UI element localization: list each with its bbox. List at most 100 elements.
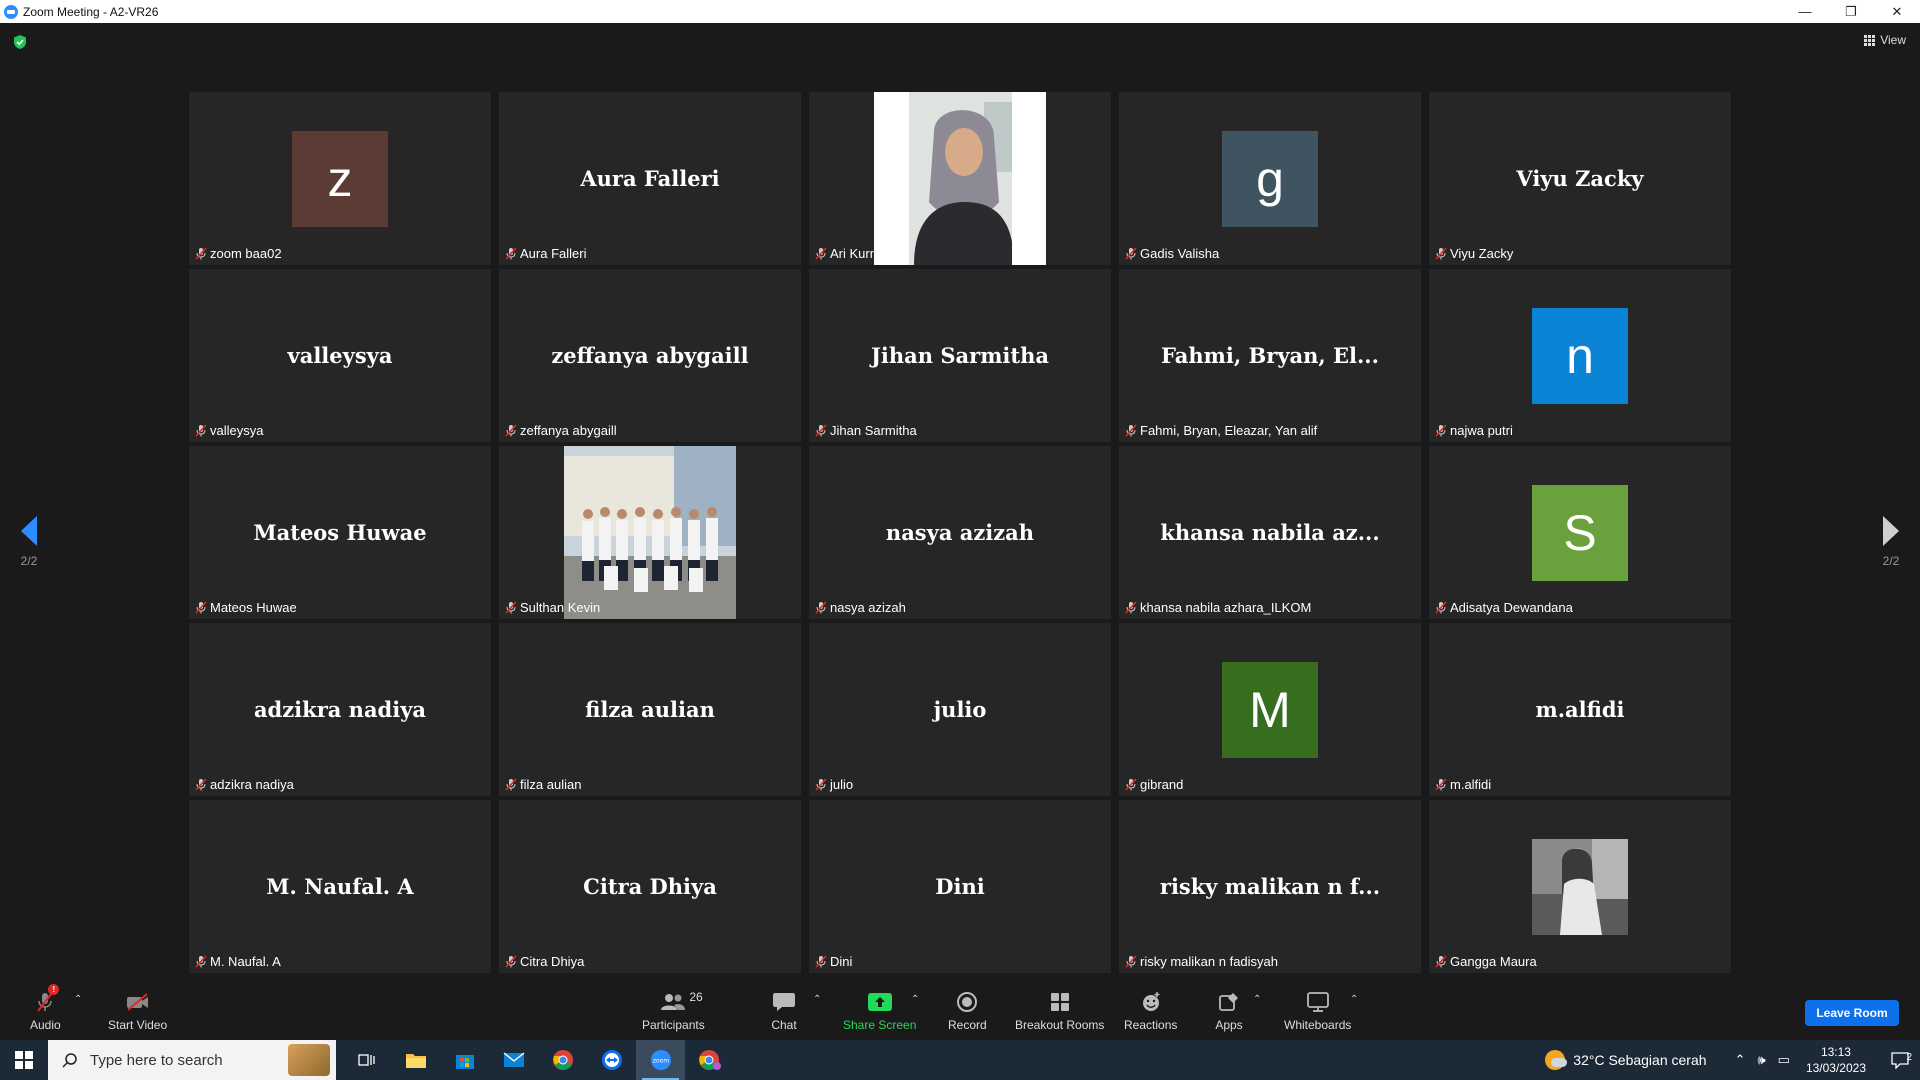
participant-name-label: risky malikan n fadisyah	[1123, 953, 1280, 970]
reactions-smiley-icon	[1142, 992, 1160, 1011]
grid-view-icon	[1864, 34, 1876, 46]
chrome-button[interactable]	[538, 1040, 587, 1080]
zoom-app-icon	[4, 4, 18, 19]
muted-mic-icon	[1435, 778, 1447, 791]
participant-tile[interactable]: Jihan Sarmitha Jihan Sarmitha	[809, 269, 1111, 442]
zoom-taskbar-button[interactable]: zoom	[636, 1040, 685, 1080]
share-screen-button[interactable]: Share Screen	[843, 990, 916, 1032]
participant-tile[interactable]: Mateos Huwae Mateos Huwae	[189, 446, 491, 619]
muted-mic-icon	[1125, 247, 1137, 260]
participants-icon	[661, 994, 686, 1010]
tile-content	[499, 446, 801, 619]
participant-tile[interactable]: valleysya valleysya	[189, 269, 491, 442]
participant-tile[interactable]: Ari Kurnia	[809, 92, 1111, 265]
participant-tile[interactable]: Gangga Maura	[1429, 800, 1731, 973]
participant-tile[interactable]: Mgibrand	[1119, 623, 1421, 796]
microsoft-store-button[interactable]	[440, 1040, 489, 1080]
participant-tile[interactable]: S Adisatya Dewandana	[1429, 446, 1731, 619]
participants-label: Participants	[642, 1018, 705, 1032]
participant-tile[interactable]: khansa nabila az... khansa nabila azhara_…	[1119, 446, 1421, 619]
chrome-profile-button[interactable]	[685, 1040, 734, 1080]
chat-options-caret-icon[interactable]: ⌃	[813, 994, 821, 1005]
whiteboards-options-caret-icon[interactable]: ⌃	[1350, 994, 1358, 1005]
participant-tile[interactable]: Fahmi, Bryan, El... Fahmi, Bryan, Eleazar…	[1119, 269, 1421, 442]
leave-room-button[interactable]: Leave Room	[1805, 1000, 1899, 1026]
chat-button[interactable]: Chat	[770, 990, 798, 1032]
participant-display-name: khansa nabila az...	[1160, 520, 1380, 545]
notification-center-button[interactable]: 2	[1880, 1051, 1920, 1069]
tile-content: zeffanya abygaill	[499, 269, 801, 442]
apps-button[interactable]: Apps	[1215, 990, 1243, 1032]
participant-tile[interactable]: filza aulian filza aulian	[499, 623, 801, 796]
participant-tile[interactable]: nasya azizah nasya azizah	[809, 446, 1111, 619]
weather-widget[interactable]: 32°C Sebagian cerah	[1545, 1050, 1707, 1070]
teamviewer-icon	[601, 1050, 622, 1070]
view-label: View	[1880, 33, 1906, 47]
tile-content: Jihan Sarmitha	[809, 269, 1111, 442]
network-icon[interactable]: ▭	[1778, 1052, 1790, 1068]
participant-tile[interactable]: zeffanya abygaill zeffanya abygaill	[499, 269, 801, 442]
volume-icon[interactable]: 🕪	[1757, 1052, 1765, 1068]
breakout-rooms-button[interactable]: Breakout Rooms	[1015, 990, 1104, 1032]
participant-name-label: Citra Dhiya	[503, 953, 586, 970]
participant-name-label: Aura Falleri	[503, 245, 588, 262]
participant-tile[interactable]: Dini Dini	[809, 800, 1111, 973]
close-button[interactable]: ✕	[1874, 0, 1920, 23]
pinned-apps: zoom	[342, 1040, 734, 1080]
participant-name-label: Sulthan Kevin	[503, 599, 602, 616]
participant-tile[interactable]: julio julio	[809, 623, 1111, 796]
view-button[interactable]: View	[1864, 33, 1906, 47]
next-page-button[interactable]: 2/2	[1871, 516, 1911, 568]
file-explorer-button[interactable]	[391, 1040, 440, 1080]
restore-button[interactable]: ❐	[1828, 0, 1874, 23]
teamviewer-button[interactable]	[587, 1040, 636, 1080]
record-button[interactable]: Record	[948, 990, 987, 1032]
participant-name: Ari Kurnia	[830, 246, 888, 261]
apps-options-caret-icon[interactable]: ⌃	[1253, 994, 1261, 1005]
participant-tile[interactable]: n najwa putri	[1429, 269, 1731, 442]
whiteboards-button[interactable]: Whiteboards	[1284, 990, 1351, 1032]
audio-label: Audio	[30, 1018, 61, 1032]
taskbar-search-box[interactable]: Type here to search	[48, 1040, 336, 1080]
participant-tile[interactable]: risky malikan n f... risky malikan n fadi…	[1119, 800, 1421, 973]
participant-tile[interactable]: z zoom baa02	[189, 92, 491, 265]
participant-tile[interactable]: Viyu Zacky Viyu Zacky	[1429, 92, 1731, 265]
participant-tile[interactable]: m.alfidi m.alfidi	[1429, 623, 1731, 796]
task-view-button[interactable]	[342, 1040, 391, 1080]
previous-page-button[interactable]: 2/2	[9, 516, 49, 568]
audio-options-caret-icon[interactable]: ⌃	[74, 994, 82, 1005]
muted-mic-icon	[505, 778, 517, 791]
participant-tile[interactable]: adzikra nadiya adzikra nadiya	[189, 623, 491, 796]
participants-button[interactable]: 26 Participants	[642, 990, 705, 1032]
page-indicator-right: 2/2	[1882, 554, 1900, 568]
weather-text: 32°C Sebagian cerah	[1573, 1052, 1707, 1068]
participant-tile[interactable]: Aura Falleri Aura Falleri	[499, 92, 801, 265]
security-shield-icon[interactable]	[12, 34, 28, 50]
tile-content: Aura Falleri	[499, 92, 801, 265]
tray-icons: ⌃ 🕪 ▭	[1735, 1052, 1790, 1068]
participant-tile[interactable]: M. Naufal. A M. Naufal. A	[189, 800, 491, 973]
apps-icon	[1219, 993, 1238, 1011]
participant-tile[interactable]: Sulthan Kevin	[499, 446, 801, 619]
share-screen-options-caret-icon[interactable]: ⌃	[911, 994, 919, 1005]
muted-mic-icon	[1125, 424, 1137, 437]
participant-tile[interactable]: Citra Dhiya Citra Dhiya	[499, 800, 801, 973]
reactions-button[interactable]: Reactions	[1124, 990, 1177, 1032]
participant-name: Gangga Maura	[1450, 954, 1537, 969]
participant-video-photo	[564, 446, 736, 619]
tile-content: khansa nabila az...	[1119, 446, 1421, 619]
start-button[interactable]	[0, 1040, 48, 1080]
show-hidden-icons-chevron-icon[interactable]: ⌃	[1735, 1052, 1746, 1068]
minimize-button[interactable]: —	[1782, 0, 1828, 23]
participant-name: khansa nabila azhara_ILKOM	[1140, 600, 1312, 615]
participant-display-name: nasya azizah	[885, 520, 1035, 545]
audio-button[interactable]: ! Audio	[30, 984, 61, 1032]
clock[interactable]: 13:13 13/03/2023	[1806, 1044, 1866, 1076]
mail-button[interactable]	[489, 1040, 538, 1080]
svg-text:zoom: zoom	[652, 1058, 668, 1065]
search-highlight-illustration	[288, 1044, 330, 1076]
participant-tile[interactable]: g Gadis Valisha	[1119, 92, 1421, 265]
start-video-button[interactable]: Start Video	[108, 990, 167, 1032]
participant-name: Sulthan Kevin	[520, 600, 601, 615]
muted-mic-icon	[815, 424, 827, 437]
